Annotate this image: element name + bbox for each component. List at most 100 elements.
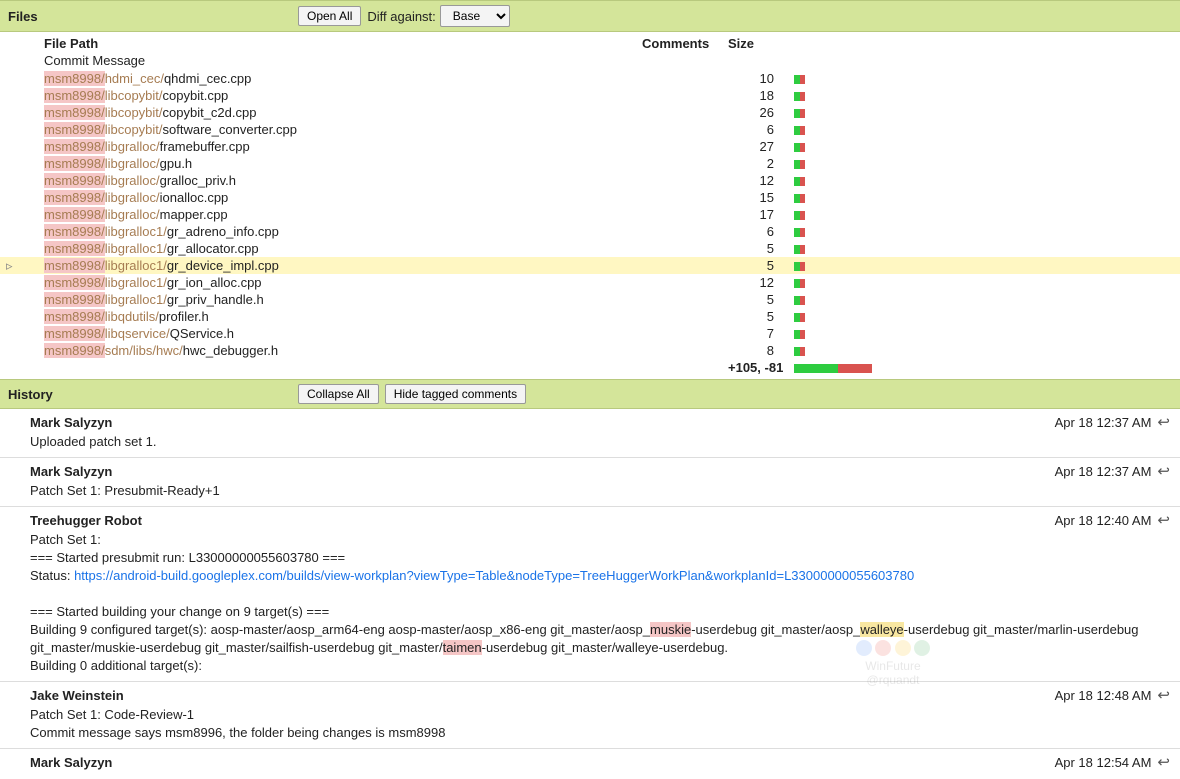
history-item: Mark SalyzynApr 18 12:37 AM↩Patch Set 1:… xyxy=(0,457,1180,506)
status-link[interactable]: https://android-build.googleplex.com/bui… xyxy=(74,568,914,583)
file-path: msm8998/libcopybit/copybit.cpp xyxy=(44,88,642,103)
file-diff-bar xyxy=(774,156,854,171)
file-row[interactable]: msm8998/libgralloc/mapper.cpp 17 xyxy=(0,206,1180,223)
history-item: Mark Salyzyn Apr 18 12:54 AM ↩ xyxy=(0,748,1180,779)
file-row[interactable]: msm8998/libcopybit/copybit_c2d.cpp26 xyxy=(0,104,1180,121)
open-all-button[interactable]: Open All xyxy=(298,6,361,26)
history-author: Mark Salyzyn xyxy=(30,464,112,479)
history-author: Mark Salyzyn xyxy=(30,415,112,430)
file-diff-bar xyxy=(774,326,854,341)
files-table: File Path Comments Size Commit Message m… xyxy=(0,32,1180,379)
file-row[interactable]: msm8998/libgralloc/gpu.h2 xyxy=(0,155,1180,172)
file-size: 15 xyxy=(728,190,774,205)
file-size: 18 xyxy=(728,88,774,103)
file-diff-bar xyxy=(774,105,854,120)
triangle-icon: ▹ xyxy=(6,258,13,274)
history-body: Uploaded patch set 1. xyxy=(30,431,1170,451)
history-item: Jake WeinsteinApr 18 12:48 AM↩Patch Set … xyxy=(0,681,1180,748)
file-path: msm8998/libgralloc/gpu.h xyxy=(44,156,642,171)
file-row[interactable]: msm8998/libgralloc/ionalloc.cpp15 xyxy=(0,189,1180,206)
file-path: msm8998/libgralloc1/gr_priv_handle.h xyxy=(44,292,642,307)
hide-tagged-button[interactable]: Hide tagged comments xyxy=(385,384,526,404)
file-row[interactable]: msm8998/libqservice/QService.h7 xyxy=(0,325,1180,342)
history-body: Patch Set 1:=== Started presubmit run: L… xyxy=(30,529,1170,675)
file-diff-bar xyxy=(774,258,854,273)
history-item: Treehugger Robot Apr 18 12:40 AM ↩Patch Se… xyxy=(0,506,1180,681)
col-header-comments: Comments xyxy=(642,36,728,51)
file-size: 26 xyxy=(728,105,774,120)
file-size: 5 xyxy=(728,309,774,324)
history-author: Mark Salyzyn xyxy=(30,755,112,770)
diff-against-label: Diff against: xyxy=(367,9,435,24)
file-size: 5 xyxy=(728,292,774,307)
file-size: 12 xyxy=(728,275,774,290)
file-size: 8 xyxy=(728,343,774,358)
file-size: 10 xyxy=(728,71,774,86)
file-row[interactable]: msm8998/libgralloc1/gr_ion_alloc.cpp12 xyxy=(0,274,1180,291)
file-path: msm8998/libgralloc1/gr_allocator.cpp xyxy=(44,241,642,256)
file-diff-bar xyxy=(774,139,854,154)
col-header-path: File Path xyxy=(44,36,642,51)
file-path: msm8998/hdmi_cec/qhdmi_cec.cpp xyxy=(44,71,642,86)
file-diff-bar xyxy=(774,275,854,290)
commit-message-row[interactable]: Commit Message xyxy=(0,53,1180,70)
history-author: Treehugger Robot xyxy=(30,513,142,528)
file-row[interactable]: msm8998/libcopybit/software_converter.cp… xyxy=(0,121,1180,138)
file-diff-bar xyxy=(774,224,854,239)
file-path: msm8998/libgralloc/mapper.cpp xyxy=(44,207,642,222)
file-size: 6 xyxy=(728,122,774,137)
file-row[interactable]: msm8998/libgralloc/gralloc_priv.h 12 xyxy=(0,172,1180,189)
reply-icon[interactable]: ↩ xyxy=(1157,753,1170,771)
file-path: msm8998/libqdutils/profiler.h xyxy=(44,309,642,324)
history-author: Jake Weinstein xyxy=(30,688,124,703)
file-size: 5 xyxy=(728,258,774,273)
file-diff-bar xyxy=(774,343,854,358)
file-row[interactable]: msm8998/hdmi_cec/qhdmi_cec.cpp 10 xyxy=(0,70,1180,87)
file-row[interactable]: ▹ msm8998/libgralloc1/gr_device_impl.cpp 5 xyxy=(0,257,1180,274)
file-row[interactable]: msm8998/libgralloc1/gr_adreno_info.cpp6 xyxy=(0,223,1180,240)
col-header-size: Size xyxy=(728,36,788,51)
files-section-header: Files Open All Diff against: Base xyxy=(0,0,1180,32)
file-path: msm8998/libqservice/QService.h xyxy=(44,326,642,341)
history-date: Apr 18 12:54 AM xyxy=(1055,755,1152,770)
file-diff-bar xyxy=(774,173,854,188)
history-date: Apr 18 12:40 AM xyxy=(1055,513,1152,528)
reply-icon[interactable]: ↩ xyxy=(1157,511,1170,529)
reply-icon[interactable]: ↩ xyxy=(1157,686,1170,704)
history-item: Mark Salyzyn Apr 18 12:37 AM ↩Uploaded pat… xyxy=(0,409,1180,457)
file-row[interactable]: msm8998/libgralloc1/gr_priv_handle.h 5 xyxy=(0,291,1180,308)
file-diff-bar xyxy=(774,122,854,137)
totals-bar xyxy=(774,360,872,375)
files-title: Files xyxy=(8,9,298,24)
file-row[interactable]: msm8998/libqdutils/profiler.h 5 xyxy=(0,308,1180,325)
history-list: Mark SalyzynApr 18 12:37 AM↩Uploaded pat… xyxy=(0,409,1180,779)
file-size: 12 xyxy=(728,173,774,188)
file-path: msm8998/libgralloc1/gr_device_impl.cpp xyxy=(44,258,642,273)
reply-icon[interactable]: ↩ xyxy=(1157,462,1170,480)
history-date: Apr 18 12:37 AM xyxy=(1055,415,1152,430)
file-row[interactable]: msm8998/libgralloc/framebuffer.cpp 27 xyxy=(0,138,1180,155)
file-diff-bar xyxy=(774,71,854,86)
history-date: Apr 18 12:48 AM xyxy=(1055,688,1152,703)
history-section-header: History Collapse All Hide tagged comment… xyxy=(0,379,1180,409)
file-diff-bar xyxy=(774,207,854,222)
file-path: msm8998/sdm/libs/hwc/hwc_debugger.h xyxy=(44,343,642,358)
file-diff-bar xyxy=(774,241,854,256)
file-path: msm8998/libgralloc/framebuffer.cpp xyxy=(44,139,642,154)
file-size: 17 xyxy=(728,207,774,222)
file-row[interactable]: msm8998/sdm/libs/hwc/hwc_debugger.h 8 xyxy=(0,342,1180,359)
file-path: msm8998/libgralloc/gralloc_priv.h xyxy=(44,173,642,188)
diff-against-select[interactable]: Base xyxy=(440,5,510,27)
file-diff-bar xyxy=(774,88,854,103)
reply-icon[interactable]: ↩ xyxy=(1157,413,1170,431)
history-title: History xyxy=(8,387,298,402)
collapse-all-button[interactable]: Collapse All xyxy=(298,384,379,404)
file-diff-bar xyxy=(774,292,854,307)
file-size: 27 xyxy=(728,139,774,154)
file-diff-bar xyxy=(774,190,854,205)
history-body xyxy=(30,771,1170,773)
file-row[interactable]: msm8998/libcopybit/copybit.cpp 18 xyxy=(0,87,1180,104)
totals-text: +105, -81 xyxy=(728,360,774,375)
file-path: msm8998/libcopybit/software_converter.cp… xyxy=(44,122,642,137)
file-row[interactable]: msm8998/libgralloc1/gr_allocator.cpp5 xyxy=(0,240,1180,257)
